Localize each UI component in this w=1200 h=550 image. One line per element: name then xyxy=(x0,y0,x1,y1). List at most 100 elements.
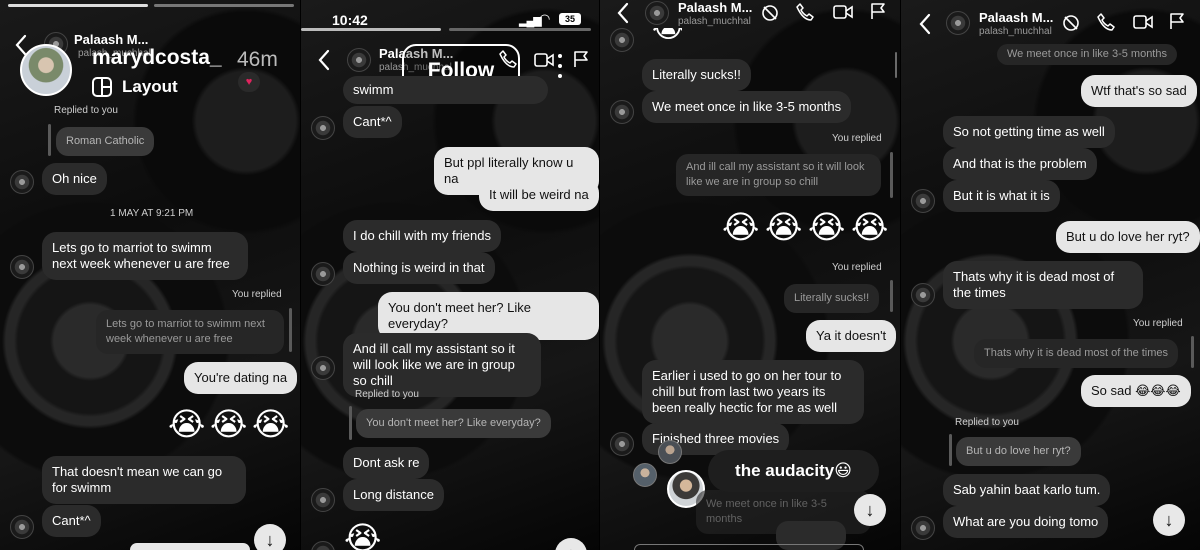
message-incoming[interactable]: Dont ask re xyxy=(343,447,430,479)
you-replied-label: You replied xyxy=(232,289,282,300)
reply-indicator xyxy=(48,124,51,156)
message-incoming[interactable]: Literally sucks!! xyxy=(642,59,751,91)
chat-name: Palaash M... xyxy=(979,10,1054,25)
sender-avatar xyxy=(311,541,335,550)
message-composer[interactable] xyxy=(130,543,250,550)
more-options-icon[interactable] xyxy=(558,54,562,82)
message-incoming[interactable]: Cant*^ xyxy=(42,505,101,537)
message-incoming[interactable]: I do chill with my friends xyxy=(343,220,501,252)
message-incoming[interactable]: Earlier i used to go on her tour to chil… xyxy=(642,360,864,424)
message-incoming[interactable]: Long distance xyxy=(343,479,444,511)
mute-icon[interactable] xyxy=(1061,13,1081,38)
sender-avatar xyxy=(311,356,335,380)
arrow-down-icon[interactable]: ↓ xyxy=(1153,504,1185,536)
layout-icon xyxy=(92,77,112,97)
arrow-down-icon[interactable]: ↓ xyxy=(854,494,886,526)
crying-emoji[interactable]: 😭 xyxy=(722,209,759,245)
message-incoming[interactable]: And ill call my assistant so it will loo… xyxy=(343,333,541,397)
message-incoming[interactable]: What are you doing tomo xyxy=(943,506,1109,538)
story-progress-bar xyxy=(449,28,591,31)
message-outgoing[interactable]: Wtf that's so sad xyxy=(1081,75,1197,107)
chat-screenshot-2: 10:42 ▂▄▆ ◠ 35 Palaash M... palash_muchh… xyxy=(301,0,599,550)
back-chevron-icon[interactable] xyxy=(918,13,932,40)
arrow-down-icon[interactable]: ↓ xyxy=(254,524,286,550)
sender-avatar xyxy=(610,432,634,456)
reply-quote: Literally sucks!! xyxy=(784,284,880,313)
reply-indicator xyxy=(890,280,893,312)
video-camera-icon[interactable] xyxy=(534,52,554,73)
message-incoming[interactable]: Cant*^ xyxy=(343,106,402,138)
message-incoming[interactable]: swimm xyxy=(343,76,548,104)
message-outgoing[interactable]: You're dating na xyxy=(184,362,298,394)
crying-emoji[interactable]: 😭 xyxy=(344,520,381,550)
emoji-partial-icon: 😭 xyxy=(652,28,682,44)
message-composer[interactable] xyxy=(634,544,864,550)
you-replied-label: You replied xyxy=(832,133,882,144)
back-chevron-icon[interactable] xyxy=(616,2,630,29)
crying-emoji[interactable]: 😭 xyxy=(168,406,205,442)
reply-quote: Roman Catholic xyxy=(56,127,155,156)
message-incoming[interactable]: And that is the problem xyxy=(943,148,1097,180)
reply-indicator xyxy=(289,308,292,352)
chat-name: Palaash M... xyxy=(74,32,149,47)
message-incoming[interactable]: Lets go to marriot to swimm next week wh… xyxy=(42,232,248,280)
message-incoming[interactable]: Thats why it is dead most of the times xyxy=(943,261,1143,309)
crying-emoji[interactable]: 😭 xyxy=(808,209,845,245)
video-camera-icon[interactable] xyxy=(1133,14,1153,35)
battery-indicator: 35 xyxy=(559,13,581,25)
story-author-avatar[interactable] xyxy=(20,44,72,96)
signal-icon: ▂▄▆ xyxy=(519,15,542,27)
message-outgoing[interactable]: So sad 😂😂😂 xyxy=(1081,375,1191,407)
sender-avatar xyxy=(10,170,34,194)
chat-screenshot-4: Palaash M... palash_muchhal We meet once… xyxy=(901,0,1200,550)
sender-avatar xyxy=(911,189,935,213)
scroll-indicator xyxy=(895,52,897,78)
video-camera-icon[interactable] xyxy=(833,4,853,25)
message-incoming[interactable]: Nothing is weird in that xyxy=(343,252,495,284)
message-incoming[interactable]: But it is what it is xyxy=(943,180,1060,212)
message-outgoing[interactable]: But u do love her ryt? xyxy=(1056,221,1200,253)
story-username[interactable]: marydcosta_ xyxy=(92,46,222,70)
story-progress-bar xyxy=(301,28,441,31)
chat-screenshot-3: Palaash M... palash_muchhal 😭 Literally … xyxy=(600,0,900,550)
message-incoming[interactable]: So not getting time as well xyxy=(943,116,1115,148)
flag-icon[interactable] xyxy=(573,50,589,73)
phone-icon[interactable] xyxy=(1097,13,1115,36)
flag-icon[interactable] xyxy=(1169,12,1185,35)
crying-emoji[interactable]: 😭 xyxy=(765,209,802,245)
chat-avatar xyxy=(946,11,970,35)
arrow-down-icon[interactable]: ↓ xyxy=(555,538,587,550)
sender-avatar xyxy=(10,255,34,279)
back-chevron-icon[interactable] xyxy=(317,49,331,76)
mute-icon[interactable] xyxy=(760,3,780,28)
crying-emoji[interactable]: 😭 xyxy=(252,406,289,442)
reply-indicator xyxy=(949,434,952,466)
audacity-sticker[interactable]: the audacity😃 xyxy=(708,450,879,492)
chat-handle: palash_muchhal xyxy=(678,16,751,27)
phone-icon[interactable] xyxy=(499,50,517,73)
you-replied-label: You replied xyxy=(1133,318,1183,329)
message-outgoing[interactable]: It will be weird na xyxy=(479,179,599,211)
crying-emoji[interactable]: 😭 xyxy=(851,209,888,245)
story-progress-bar xyxy=(154,4,294,7)
message-incoming[interactable]: Oh nice xyxy=(42,163,107,195)
replied-label: Replied to you xyxy=(54,105,118,116)
phone-icon[interactable] xyxy=(796,3,814,26)
sender-avatar xyxy=(10,515,34,539)
reply-indicator xyxy=(1191,336,1194,368)
heart-reaction-icon: ♥ xyxy=(238,72,260,92)
message-incoming[interactable]: That doesn't mean we can go for swimm xyxy=(42,456,246,504)
viewer-avatar xyxy=(633,463,657,487)
reply-quote: We meet once in like 3-5 months xyxy=(997,44,1177,65)
message-incoming[interactable]: Sab yahin baat karlo tum. xyxy=(943,474,1111,506)
flag-icon[interactable] xyxy=(870,2,886,25)
you-replied-label: You replied xyxy=(832,262,882,273)
reply-quote: You don't meet her? Like everyday? xyxy=(356,409,551,438)
sender-avatar xyxy=(610,100,634,124)
status-time: 10:42 xyxy=(332,12,368,28)
crying-emoji[interactable]: 😭 xyxy=(210,406,247,442)
message-outgoing[interactable]: Ya it doesn't xyxy=(806,320,897,352)
sender-avatar xyxy=(311,488,335,512)
message-incoming[interactable]: We meet once in like 3-5 months xyxy=(642,91,852,123)
wifi-icon: ◠ xyxy=(539,11,551,26)
